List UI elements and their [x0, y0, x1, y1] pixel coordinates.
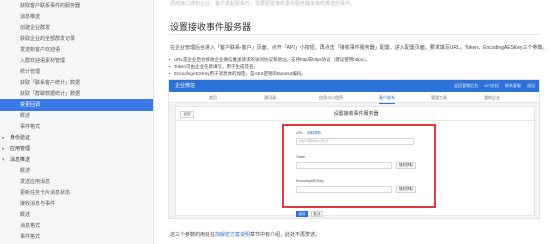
sidebar-item-label: 发送应用消息 — [20, 179, 51, 185]
nav-apps[interactable]: 应用与小程序 — [319, 92, 343, 103]
panel-title: 设置接收事件服务器 — [333, 111, 379, 117]
sidebar-item-label: 更新任务卡片消息状态 — [20, 190, 71, 196]
help-link[interactable]: 获取帮助 — [307, 131, 321, 135]
sidebar-item-label: 概述 — [20, 168, 31, 174]
main-content: 调用接口通知企业，客户发起联系时，需要配置接收事件服务器来接收推送的事件。 设置… — [154, 0, 554, 244]
sidebar-item-label: 创建企业群发 — [20, 25, 51, 31]
nav-contacts[interactable]: 通讯录 — [264, 92, 276, 103]
sidebar-item-label: 事件格式 — [20, 234, 41, 240]
token-label: Token — [296, 155, 306, 159]
sidebar-item-label: 接收消息与事件 — [20, 201, 56, 207]
sidebar-item-label: 应用管理 — [10, 146, 31, 152]
sidebar-item-label: 获取企业的全部群发记录 — [20, 36, 76, 42]
admin-brand: 企业微信 — [175, 83, 196, 89]
sidebar-item-label: 变更回调 — [20, 102, 41, 108]
sidebar-item-label: 事件格式 — [20, 124, 41, 130]
aeskey-label: EncodingAESKey — [296, 179, 324, 183]
bullet-token: Token可由企业任意填写，用于生成签名。 — [169, 64, 258, 70]
token-field[interactable] — [296, 162, 392, 169]
admin-top-links: 返回管理后台 API文档 联系客服 退出 — [449, 80, 535, 92]
save-button[interactable]: 保存 — [296, 211, 308, 217]
nav-home[interactable]: 首页 — [209, 92, 217, 103]
sidebar-item-label: 概述 — [20, 212, 31, 218]
sidebar-item-label: 入群欢迎语素材管理 — [20, 58, 66, 64]
url-field[interactable]: http://或https://开头 — [296, 138, 414, 145]
nav-tools[interactable]: 管理工具 — [431, 92, 447, 103]
admin-nav: 首页 通讯录 应用与小程序 客户联系 管理工具 我的企业 — [169, 92, 539, 104]
nav-customer-contact[interactable]: 客户联系 — [379, 92, 395, 104]
intro-paragraph: 在企业管理后台进入「客户联系-客户」页面，点开「API」小按钮，再点击「接收事件… — [170, 45, 548, 51]
token-random-button[interactable]: 随机获取 — [396, 162, 416, 169]
bullet-aeskey: EncodingAESKey用于消息体的加密，是AES密钥的Base64编码。 — [169, 71, 306, 77]
embedded-admin-screenshot: 企业微信 返回管理后台 API文档 联系客服 退出 首页 通讯录 应用与小程序 … — [168, 79, 540, 219]
sidebar-item-label: 概述 — [20, 113, 31, 119]
heading-divider — [170, 34, 540, 35]
sidebar: 获取客户联系事件的服务器 消息推送 创建企业群发 获取企业的全部群发记录 发送新客户欢迎… — [0, 0, 154, 244]
url-label: URL 获取帮助 — [296, 131, 321, 136]
footer-paragraph: 这三个参数的用处在加解密方案说明章节中有介绍，此处不再赘述。 — [170, 231, 320, 238]
sidebar-item-label: 消息推送 — [10, 157, 31, 163]
config-panel: 返回 设置接收事件服务器 URL 获取帮助 http://或https://开头 … — [175, 106, 536, 217]
top-link[interactable]: 联系客服 — [505, 83, 521, 88]
truncated-text: 调用接口通知企业，客户发起联系时，需要配置接收事件服务器来接收推送的事件。 — [170, 1, 356, 7]
url-label-text: URL — [296, 131, 304, 135]
sidebar-item-label: 身份验证 — [10, 135, 31, 141]
top-link[interactable]: 返回管理后台 — [454, 83, 478, 88]
aeskey-random-button[interactable]: 随机获取 — [396, 186, 416, 193]
footer-suffix: 章节中有介绍，此处不再赘述。 — [250, 232, 321, 238]
sidebar-item-label: 统计管理 — [20, 69, 41, 75]
sidebar-item-label: 获取「联系客户统计」数据 — [20, 80, 81, 86]
sidebar-item[interactable]: 事件格式 — [0, 231, 153, 243]
top-link[interactable]: API文档 — [484, 83, 498, 88]
admin-top-bar: 企业微信 返回管理后台 API文档 联系客服 退出 — [169, 80, 539, 92]
sidebar-item-label: 获取客户联系事件的服务器 — [20, 3, 81, 9]
sidebar-item-label: 发送新客户欢迎语 — [20, 47, 61, 53]
footer-prefix: 这三个参数的用处在 — [170, 232, 216, 238]
highlighted-form: URL 获取帮助 http://或https://开头 Token 随机获取 En… — [282, 124, 436, 208]
sidebar-item-label: 消息推送 — [20, 14, 41, 20]
panel-divider — [176, 120, 536, 121]
section-heading: 设置接收事件服务器 — [170, 22, 252, 32]
nav-my-company[interactable]: 我的企业 — [484, 92, 500, 103]
crypto-doc-link[interactable]: 加解密方案说明 — [215, 232, 250, 238]
aeskey-field[interactable] — [296, 186, 392, 193]
sidebar-item-label: 获取「群聊数据统计」数据 — [20, 91, 81, 97]
cancel-button[interactable]: 取消 — [311, 211, 323, 217]
bullet-url: URL是企业后台接收企业微信推送请求的访问协议和地址，支持http或https协… — [169, 57, 370, 63]
sidebar-item-label: 消息格式 — [20, 223, 41, 229]
top-link[interactable]: 退出 — [527, 83, 535, 88]
